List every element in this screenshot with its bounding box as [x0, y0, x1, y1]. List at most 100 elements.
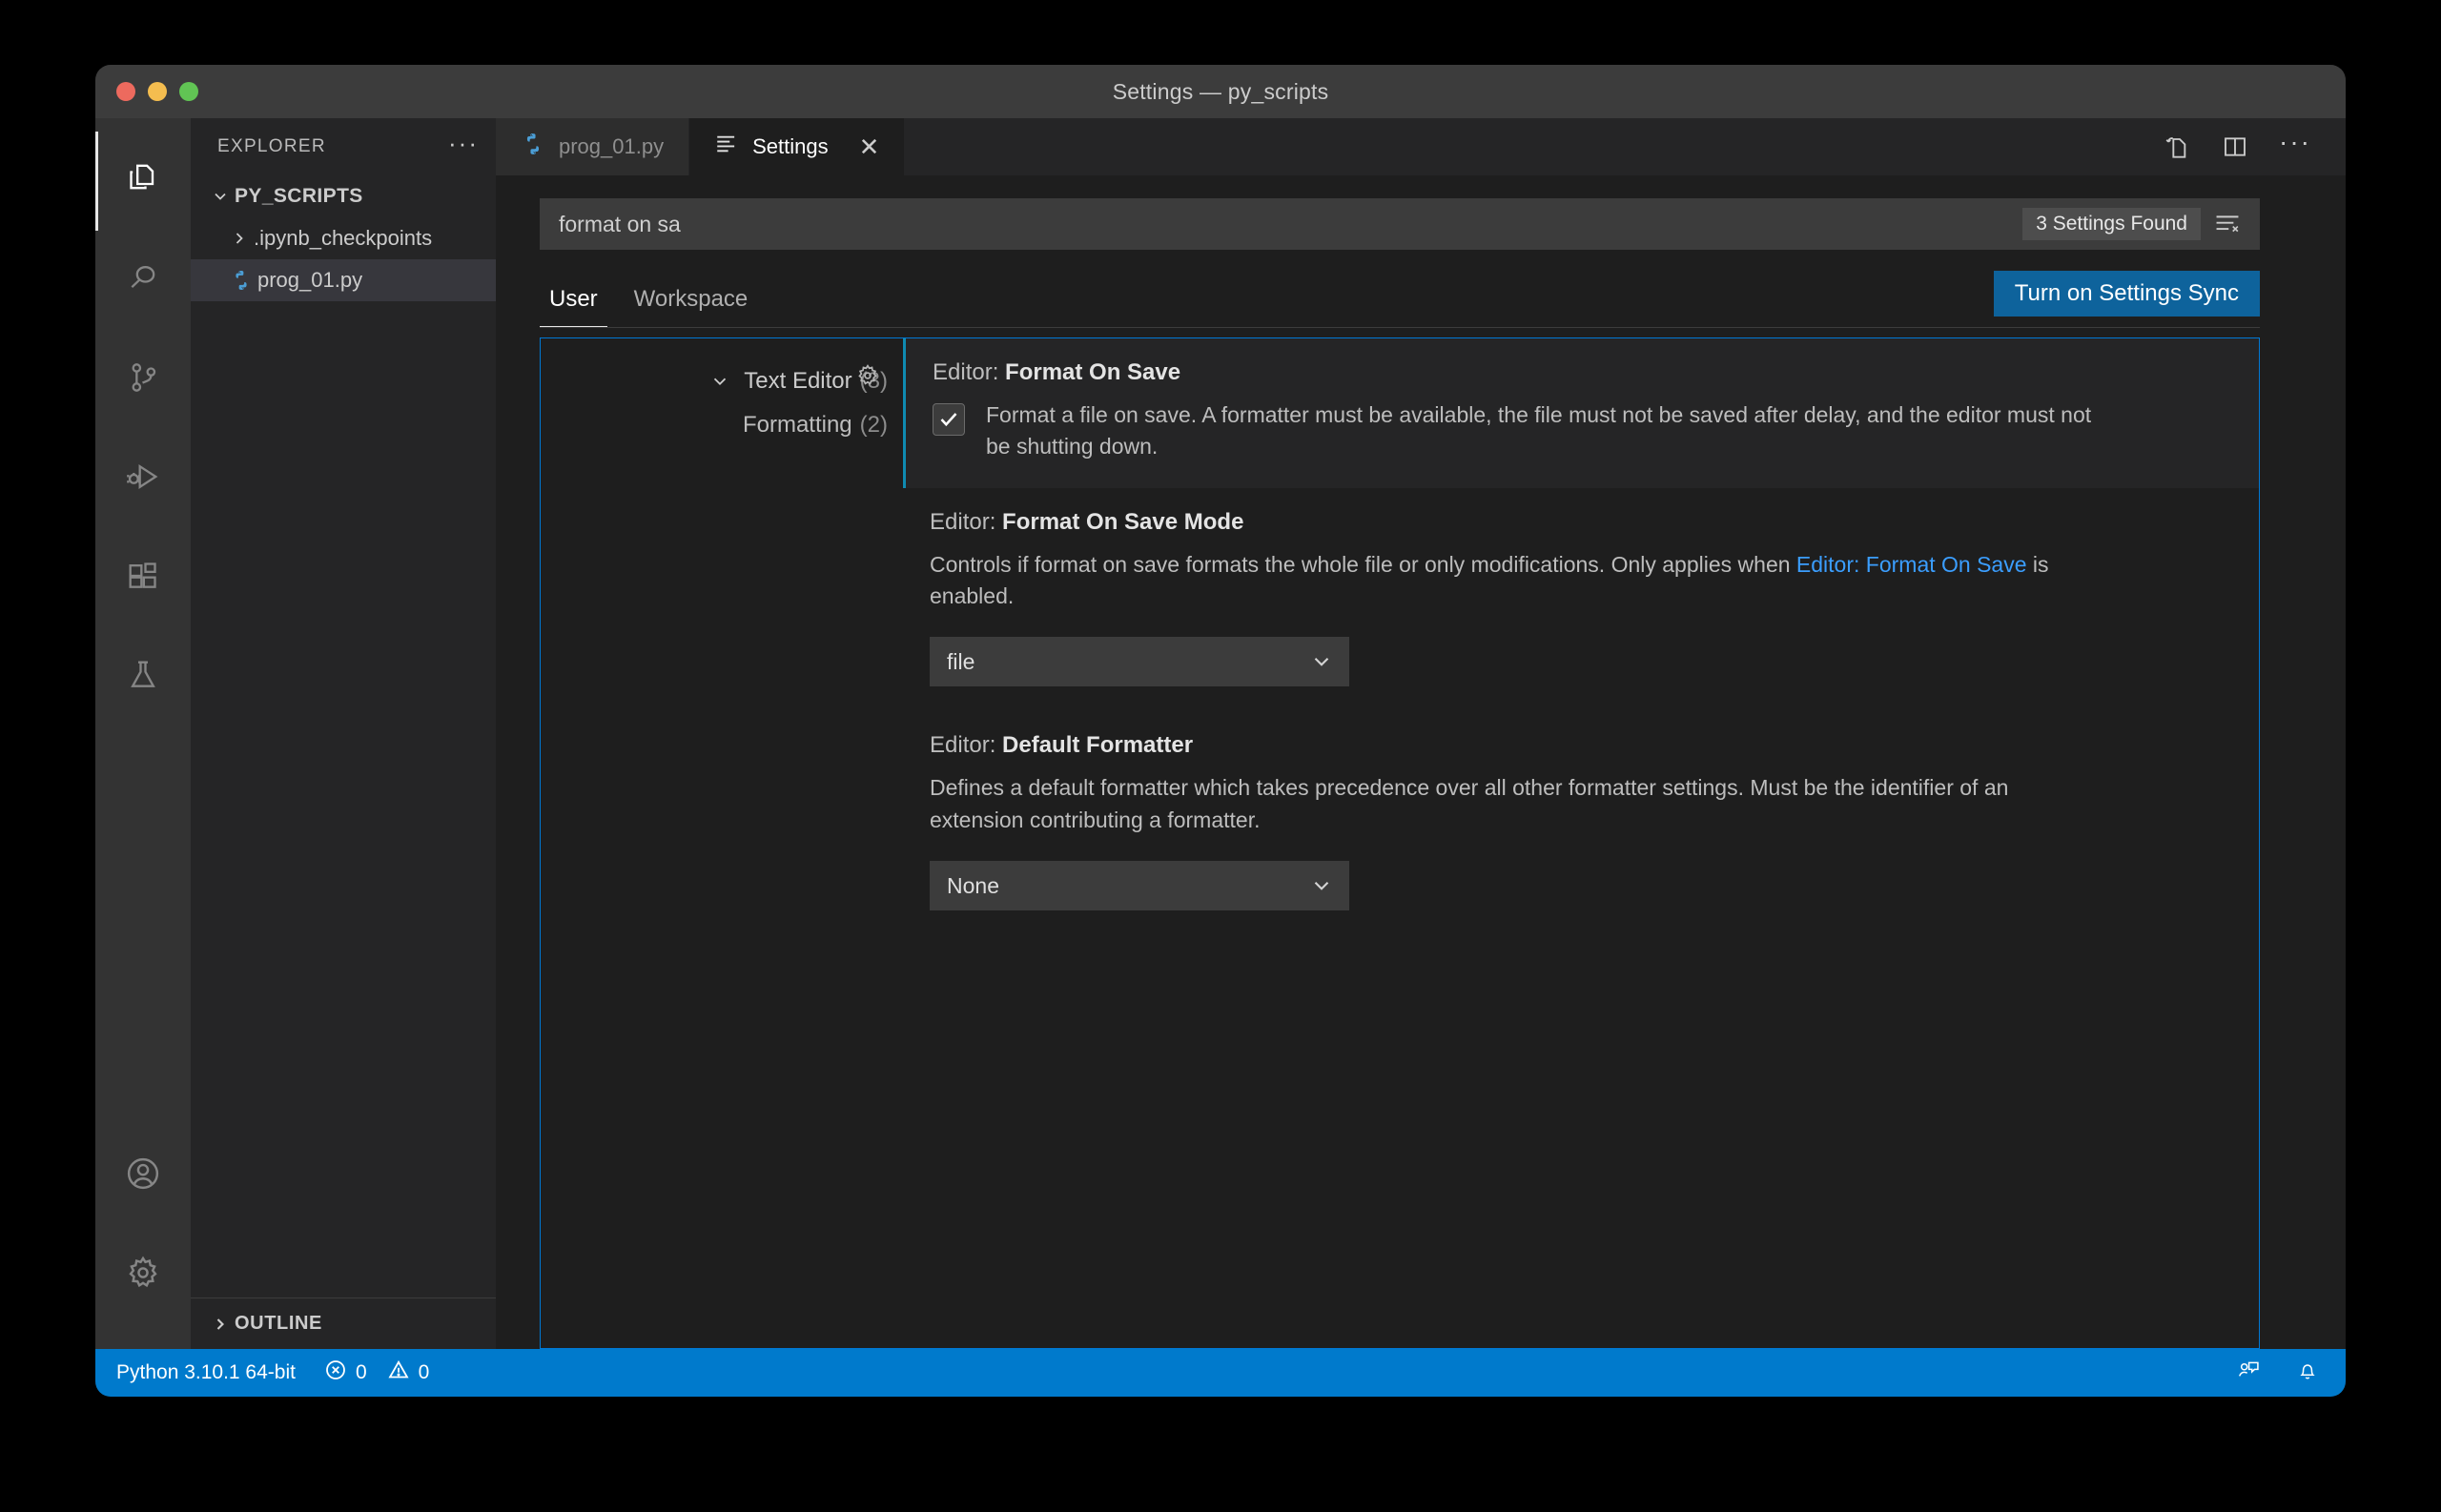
scope-tabs-divider — [540, 327, 2260, 328]
chevron-down-icon — [1309, 649, 1334, 674]
activity-item-explorer[interactable] — [95, 132, 191, 231]
open-json-icon[interactable] — [2161, 132, 2191, 162]
settings-list-icon — [714, 132, 739, 162]
activity-item-source-control[interactable] — [95, 330, 191, 429]
close-window-button[interactable] — [116, 82, 135, 101]
activity-bar — [95, 118, 191, 1349]
setting-title-prefix: Editor: — [933, 359, 1005, 385]
turn-on-settings-sync-button[interactable]: Turn on Settings Sync — [1994, 271, 2260, 317]
status-bar-right — [2235, 1357, 2321, 1389]
run-debug-icon — [124, 458, 162, 501]
vscode-window: Settings — py_scripts — [95, 65, 2346, 1397]
source-control-icon — [124, 358, 162, 401]
tab-prog-01-py[interactable]: prog_01.py — [496, 118, 689, 175]
sidebar-more-actions-icon[interactable]: ··· — [448, 138, 479, 156]
activity-item-extensions[interactable] — [95, 528, 191, 627]
settings-scope-row: User Workspace Turn on Settings Sync — [540, 250, 2260, 328]
warning-triangle-icon — [387, 1359, 410, 1387]
setting-control-row: Format a file on save. A formatter must … — [933, 399, 2221, 463]
setting-editor-format-on-save[interactable]: Editor: Format On Save Format a file on … — [903, 338, 2259, 488]
window-title: Settings — py_scripts — [1113, 79, 1329, 105]
tab-label: Settings — [752, 134, 829, 159]
sidebar-section-outline[interactable]: OUTLINE — [191, 1297, 496, 1349]
chevron-right-icon — [225, 229, 254, 248]
search-icon — [124, 259, 162, 302]
gear-icon[interactable] — [853, 361, 882, 395]
files-icon — [124, 160, 162, 203]
minimize-window-button[interactable] — [148, 82, 167, 101]
warning-count: 0 — [419, 1361, 430, 1384]
format-on-save-checkbox[interactable] — [933, 403, 965, 436]
toc-item-count: (2) — [860, 412, 888, 439]
settings-search-bar[interactable]: format on sa 3 Settings Found — [540, 198, 2260, 250]
activity-item-run-and-debug[interactable] — [95, 429, 191, 528]
settings-editor: format on sa 3 Settings Found User — [496, 175, 2346, 1349]
search-input[interactable]: format on sa — [540, 212, 2022, 237]
editor-actions: ··· — [2151, 118, 2346, 175]
setting-title-main: Format On Save Mode — [1002, 509, 1243, 535]
toc-item-label: Text Editor — [744, 368, 851, 395]
error-circle-icon — [324, 1359, 347, 1387]
default-formatter-dropdown[interactable]: None — [930, 861, 1349, 910]
status-bar: Python 3.10.1 64-bit 0 0 — [95, 1349, 2346, 1397]
tab-close-icon[interactable]: ✕ — [859, 134, 880, 159]
chevron-down-icon — [709, 371, 730, 392]
account-icon — [123, 1154, 163, 1198]
titlebar: Settings — py_scripts — [95, 65, 2346, 118]
setting-description-link[interactable]: Editor: Format On Save — [1796, 552, 2027, 577]
setting-editor-default-formatter[interactable]: Editor: Default Formatter Defines a defa… — [903, 711, 2259, 935]
bell-icon[interactable] — [2294, 1357, 2321, 1389]
chevron-down-icon — [1309, 873, 1334, 898]
setting-description-part1: Controls if format on save formats the w… — [930, 552, 1796, 577]
dropdown-value: file — [947, 649, 974, 675]
explorer-folder-label: .ipynb_checkpoints — [254, 226, 432, 251]
sidebar-header: EXPLORER ··· — [191, 118, 496, 175]
activity-item-manage-settings[interactable] — [95, 1225, 191, 1324]
feedback-icon[interactable] — [2235, 1357, 2262, 1389]
dropdown-value: None — [947, 873, 999, 899]
toc-item-text-editor[interactable]: Text Editor (3) — [541, 359, 903, 403]
setting-title-prefix: Editor: — [930, 732, 1002, 758]
tabs-empty-space — [905, 118, 2151, 175]
toc-item-label: Formatting — [743, 412, 852, 439]
sidebar-explorer: EXPLORER ··· PY_SCRIPTS .ipynb_checkpoin… — [191, 118, 496, 1349]
tab-settings[interactable]: Settings ✕ — [689, 118, 905, 175]
window-traffic-lights — [116, 82, 198, 101]
split-editor-icon[interactable] — [2220, 132, 2250, 162]
setting-editor-format-on-save-mode[interactable]: Editor: Format On Save Mode Controls if … — [903, 488, 2259, 712]
explorer-file-prog-01[interactable]: prog_01.py — [191, 259, 496, 301]
maximize-window-button[interactable] — [179, 82, 198, 101]
activity-item-accounts[interactable] — [95, 1126, 191, 1225]
setting-description: Format a file on save. A formatter must … — [986, 399, 2121, 463]
tab-workspace-settings[interactable]: Workspace — [625, 286, 758, 328]
settings-body: Text Editor (3) Formatting (2) — [540, 337, 2260, 1349]
status-problems[interactable]: 0 0 — [324, 1359, 429, 1387]
chevron-right-icon — [206, 1315, 235, 1334]
setting-title-prefix: Editor: — [930, 509, 1002, 535]
toc-item-formatting[interactable]: Formatting (2) — [541, 403, 903, 447]
extensions-icon — [124, 557, 162, 600]
format-on-save-mode-dropdown[interactable]: file — [930, 637, 1349, 686]
settings-scope-tabs: User Workspace — [540, 250, 774, 328]
tab-label: prog_01.py — [559, 134, 664, 159]
status-python-interpreter[interactable]: Python 3.10.1 64-bit — [116, 1361, 296, 1384]
tab-user-settings[interactable]: User — [540, 286, 607, 328]
setting-title: Editor: Default Formatter — [930, 732, 2221, 759]
explorer-folder-root[interactable]: PY_SCRIPTS — [191, 175, 496, 217]
activity-item-search[interactable] — [95, 231, 191, 330]
results-count-badge: 3 Settings Found — [2022, 208, 2201, 240]
setting-title: Editor: Format On Save — [933, 359, 2221, 386]
python-icon — [225, 269, 257, 292]
sidebar-title: EXPLORER — [217, 136, 326, 157]
outline-label: OUTLINE — [235, 1313, 322, 1335]
workbench-body: EXPLORER ··· PY_SCRIPTS .ipynb_checkpoin… — [95, 118, 2346, 1349]
editor-area: prog_01.py Settings ✕ — [496, 118, 2346, 1349]
ellipsis-icon[interactable]: ··· — [2279, 138, 2311, 155]
activity-item-testing[interactable] — [95, 627, 191, 726]
beaker-icon — [124, 656, 162, 699]
setting-title-main: Default Formatter — [1002, 732, 1193, 758]
setting-description: Controls if format on save formats the w… — [930, 549, 2064, 613]
clear-filter-icon[interactable] — [2212, 211, 2243, 237]
error-count: 0 — [356, 1361, 367, 1384]
explorer-folder-ipynb-checkpoints[interactable]: .ipynb_checkpoints — [191, 217, 496, 259]
